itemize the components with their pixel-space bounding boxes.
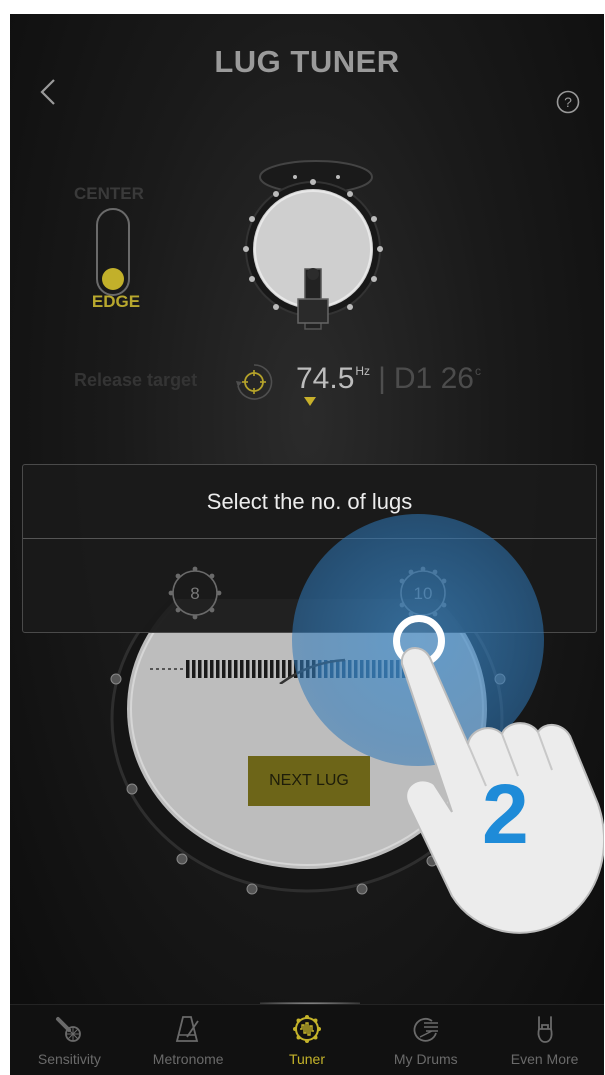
tuner-icon xyxy=(292,1015,321,1043)
meter-tick xyxy=(204,660,208,678)
svg-text:?: ? xyxy=(564,94,572,110)
tab-label: Tuner xyxy=(288,1051,326,1067)
drum-icon xyxy=(413,1017,438,1042)
tab-label: My Drums xyxy=(393,1051,458,1067)
note-value: D1 xyxy=(393,362,433,395)
meter-tick xyxy=(240,660,244,678)
back-chevron-icon[interactable] xyxy=(38,76,58,108)
meter-tick xyxy=(246,660,250,678)
cents-unit: c xyxy=(474,364,481,378)
microphone-icon xyxy=(56,1017,82,1042)
help-icon[interactable]: ? xyxy=(556,90,580,114)
bass-drum-image xyxy=(243,160,383,330)
meter-tick xyxy=(216,660,220,678)
app-screen: LUG TUNER ? CENTER EDGE Release target 7… xyxy=(10,14,604,1075)
meter-tick xyxy=(234,660,238,678)
meter-tick xyxy=(264,660,268,678)
meter-tick xyxy=(282,660,286,678)
readout-separator: | xyxy=(378,362,386,395)
dialog-title: Select the no. of lugs xyxy=(206,489,413,514)
lug-option-8-label: 8 xyxy=(190,584,199,603)
meter-tick xyxy=(198,660,202,678)
frequency-unit: Hz xyxy=(355,364,371,378)
meter-tick xyxy=(228,660,232,678)
next-lug-button[interactable]: NEXT LUG xyxy=(248,756,370,806)
center-edge-toggle[interactable] xyxy=(96,208,130,296)
meter-tick xyxy=(276,660,280,678)
lug-option-8[interactable]: 8 xyxy=(165,563,225,623)
center-label: CENTER xyxy=(74,184,144,203)
tab-sensitivity[interactable]: Sensitivity xyxy=(10,1005,129,1075)
pitch-marker xyxy=(304,397,316,406)
meter-tick xyxy=(186,660,190,678)
meter-tick xyxy=(252,660,256,678)
tab-label: Metronome xyxy=(152,1051,224,1067)
metronome-icon xyxy=(176,1016,199,1042)
page-title: LUG TUNER xyxy=(214,44,400,79)
meter-tick xyxy=(270,660,274,678)
toggle-knob xyxy=(102,268,124,290)
edge-label: EDGE xyxy=(91,292,141,311)
meter-tick xyxy=(192,660,196,678)
target-icon[interactable] xyxy=(232,360,276,404)
dialog-divider xyxy=(23,538,596,539)
release-target-label: Release target xyxy=(74,370,198,390)
tab-tuner[interactable]: Tuner xyxy=(248,1005,367,1075)
tab-label: Even More xyxy=(510,1051,579,1067)
frequency-readout: 74.5Hz | D1 26c xyxy=(296,362,481,396)
tab-even-more[interactable]: Even More xyxy=(485,1005,604,1075)
rock-hand-icon xyxy=(537,1016,553,1043)
meter-tick xyxy=(210,660,214,678)
cents-value: 26 xyxy=(440,362,474,395)
tab-my-drums[interactable]: My Drums xyxy=(366,1005,485,1075)
tab-metronome[interactable]: Metronome xyxy=(129,1005,248,1075)
tab-bar: Sensitivity Metronome Tuner My Drums Eve… xyxy=(10,1004,604,1075)
step-number: 2 xyxy=(482,767,529,861)
meter-tick xyxy=(258,660,262,678)
frequency-value: 74.5 xyxy=(296,362,355,395)
meter-tick xyxy=(222,660,226,678)
tab-label: Sensitivity xyxy=(37,1051,101,1067)
